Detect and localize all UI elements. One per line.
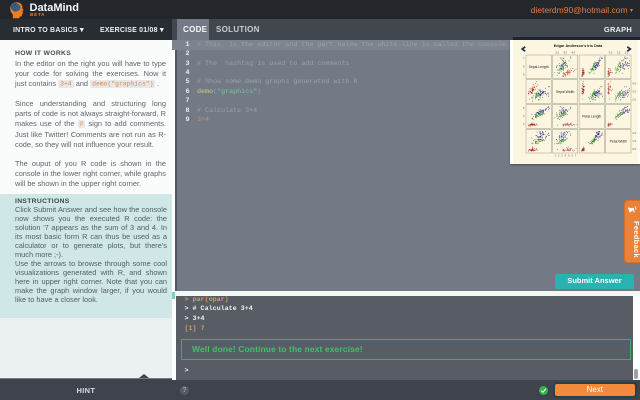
svg-text:1.5: 1.5 [632,139,636,143]
svg-text:2: 2 [558,153,560,157]
svg-text:6: 6 [523,106,525,110]
svg-text:1: 1 [555,153,557,157]
svg-text:Sepal.Length: Sepal.Length [529,65,549,69]
svg-text:5: 5 [568,153,570,157]
svg-text:5: 5 [523,73,525,77]
svg-text:4.0: 4.0 [632,81,636,85]
svg-text:6: 6 [523,65,525,69]
svg-text:Sepal.Width: Sepal.Width [556,90,574,94]
svg-text:1.5: 1.5 [617,51,621,55]
svg-text:3.0: 3.0 [564,51,568,55]
svg-text:2.0: 2.0 [556,51,560,55]
svg-text:7: 7 [575,153,577,157]
svg-text:Petal.Length: Petal.Length [582,115,601,119]
svg-text:2.5: 2.5 [632,131,636,135]
svg-text:3.0: 3.0 [632,89,636,93]
svg-text:0.5: 0.5 [609,51,613,55]
svg-text:Edgar Anderson's Iris Data: Edgar Anderson's Iris Data [554,44,603,48]
svg-text:2.0: 2.0 [632,97,636,101]
svg-text:2.5: 2.5 [625,51,629,55]
svg-text:7: 7 [523,57,525,61]
svg-text:2: 2 [523,122,525,126]
svg-text:6: 6 [572,153,574,157]
svg-text:4: 4 [523,114,525,118]
svg-text:0.5: 0.5 [632,147,636,151]
svg-text:4: 4 [565,153,567,157]
svg-text:4.0: 4.0 [572,51,576,55]
svg-text:Petal.Width: Petal.Width [610,140,627,144]
svg-text:3: 3 [561,153,563,157]
